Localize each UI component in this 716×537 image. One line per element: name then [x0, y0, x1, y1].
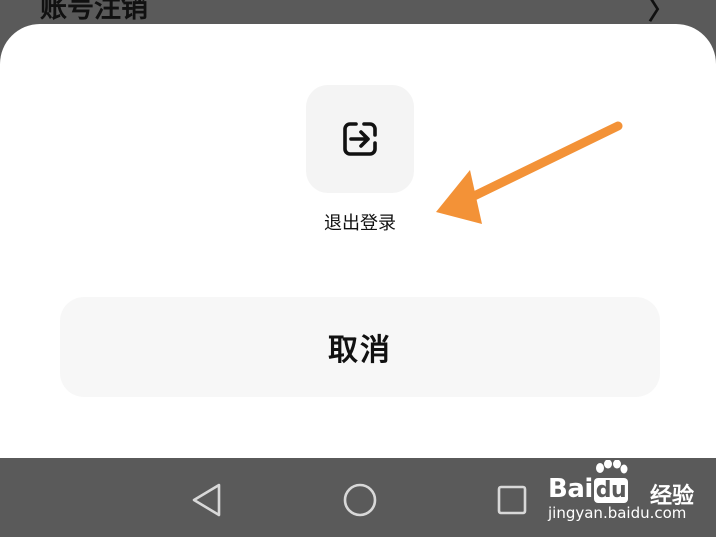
logout-label: 退出登录 — [324, 213, 396, 234]
square-recents-icon — [497, 485, 527, 515]
watermark-logo-box: du — [593, 478, 629, 503]
cancel-button[interactable]: 取消 — [60, 297, 660, 397]
triangle-back-icon — [192, 483, 221, 517]
home-button[interactable] — [340, 480, 380, 520]
account-deletion-label: 账号注销 — [40, 0, 148, 24]
watermark-logo: Bai du — [548, 474, 629, 504]
logout-button[interactable] — [306, 85, 414, 193]
baidu-jingyan-watermark: Bai du 经验 jingyan.baidu.com — [548, 460, 713, 532]
chevron-right-icon: 〉 — [648, 0, 675, 26]
watermark-logo-prefix: Bai — [548, 474, 593, 504]
annotation-arrow — [436, 121, 623, 224]
bottom-sheet: 退出登录 取消 — [0, 24, 716, 458]
watermark-url: jingyan.baidu.com — [548, 504, 687, 522]
logout-icon — [343, 122, 377, 156]
background-settings-row[interactable]: 账号注销 〉 — [0, 0, 716, 26]
recents-button[interactable] — [492, 480, 532, 520]
cancel-label: 取消 — [328, 333, 392, 368]
circle-home-icon — [343, 483, 377, 517]
back-button[interactable] — [186, 480, 226, 520]
